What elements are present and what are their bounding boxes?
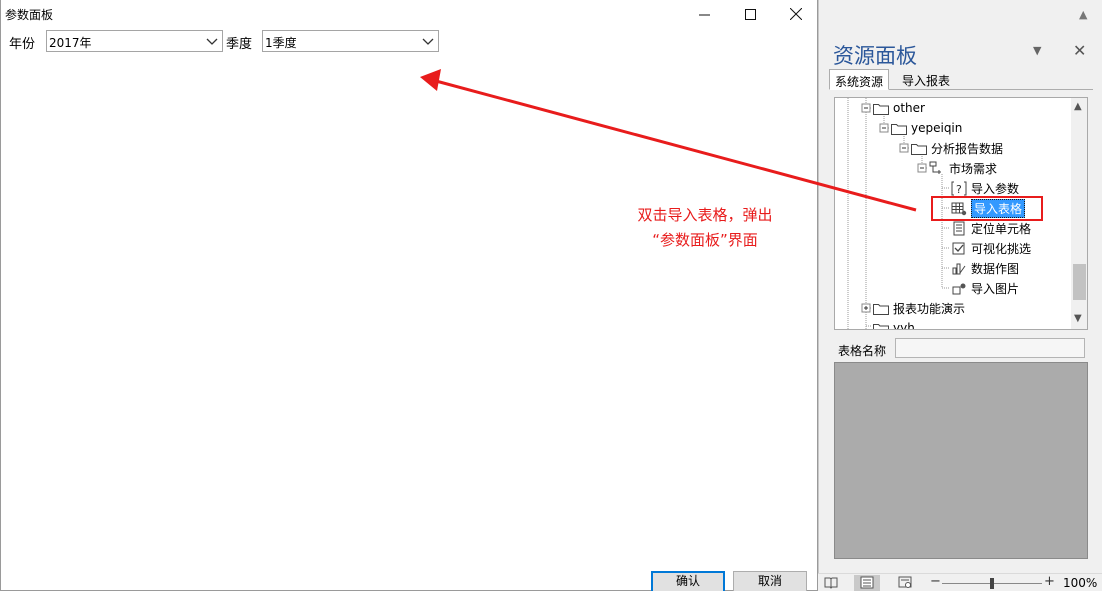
tree-item-locate-cell[interactable]: 定位单元格 (950, 219, 1031, 237)
tree-item-label: 定位单元格 (971, 221, 1032, 236)
folder-icon (872, 300, 890, 316)
table-name-label: 表格名称 (838, 344, 887, 358)
scroll-thumb[interactable] (1073, 264, 1086, 300)
tree-item-market-demand[interactable]: 市场需求 (928, 159, 997, 177)
tree-item-yepeiqin[interactable]: yepeiqin (890, 119, 962, 137)
tree-item-other[interactable]: other (872, 99, 925, 117)
tree-item-yyh[interactable]: yyh (872, 319, 915, 330)
maximize-icon (744, 8, 756, 20)
tree-item-label: 分析报告数据 (931, 141, 1004, 156)
folder-icon (872, 100, 890, 116)
visual-pick-icon (950, 240, 968, 256)
quarter-label: 季度 (226, 37, 253, 52)
resource-panel: ▲ 资源面板 ▼ ✕ 系统资源 导入报表 other yepeiqin 分析报告… (818, 0, 1102, 591)
tree-item-label: 可视化挑选 (971, 241, 1032, 256)
chart-icon (950, 260, 968, 276)
zoom-slider-thumb[interactable] (990, 578, 994, 589)
web-layout-icon[interactable] (898, 576, 912, 591)
folder-icon (910, 140, 928, 156)
tree-item-import-image[interactable]: 导入图片 (950, 279, 1019, 297)
tree-item-import-params[interactable]: ? 导入参数 (950, 179, 1019, 197)
tree-item-report-demo[interactable]: 报表功能演示 (872, 299, 965, 317)
tree-item-label: 报表功能演示 (893, 301, 966, 316)
minimize-button[interactable] (681, 0, 727, 28)
tree-item-label: yyh (893, 321, 915, 330)
preview-area (834, 362, 1088, 559)
annotation-text: 双击导入表格，弹出 “参数面板”界面 (590, 203, 820, 253)
panel-title: 资源面板 (833, 44, 917, 68)
dialog-title: 参数面板 (5, 8, 54, 22)
maximize-button[interactable] (727, 0, 773, 28)
zoom-level[interactable]: 100% (1063, 576, 1097, 590)
tree-item-label: other (893, 101, 925, 115)
zoom-out-button[interactable]: − (930, 574, 941, 589)
tab-import-report[interactable]: 导入报表 (897, 69, 955, 90)
cancel-button[interactable]: 取消 (733, 571, 807, 591)
highlight-box (931, 196, 1043, 221)
year-label: 年份 (9, 37, 36, 52)
chevron-down-icon (206, 38, 218, 45)
param-icon: ? (950, 180, 968, 196)
print-layout-icon[interactable] (854, 575, 880, 591)
scroll-down-icon[interactable]: ▼ (1074, 313, 1082, 324)
tree-scrollbar[interactable]: ▲ ▼ (1071, 98, 1087, 329)
scroll-up-icon[interactable]: ▲ (1074, 101, 1082, 112)
svg-text:?: ? (956, 183, 962, 196)
close-icon (790, 8, 802, 20)
year-select-value: 2017年 (49, 36, 92, 50)
quarter-select[interactable]: 1季度 (262, 30, 439, 52)
folder-icon (890, 120, 908, 136)
panel-close-icon[interactable]: ✕ (1073, 41, 1086, 60)
tree-item-label: 市场需求 (949, 161, 998, 176)
chevron-down-icon (422, 38, 434, 45)
confirm-button[interactable]: 确认 (651, 571, 725, 591)
cell-icon (950, 220, 968, 236)
image-icon (950, 280, 968, 296)
zoom-in-button[interactable]: + (1044, 574, 1055, 589)
close-button[interactable] (773, 0, 819, 28)
tree-item-data-chart[interactable]: 数据作图 (950, 259, 1019, 277)
year-select[interactable]: 2017年 (46, 30, 223, 52)
tree-item-label: yepeiqin (911, 121, 963, 135)
tree-item-analysis-data[interactable]: 分析报告数据 (910, 139, 1003, 157)
tree-item-label: 导入参数 (971, 181, 1020, 196)
annotation-line-1: 双击导入表格，弹出 (637, 206, 773, 224)
quarter-select-value: 1季度 (265, 36, 297, 50)
panel-options-icon[interactable]: ▼ (1033, 44, 1041, 57)
tab-system-resources[interactable]: 系统资源 (829, 69, 890, 90)
tree-item-label: 数据作图 (971, 261, 1020, 276)
annotation-line-2: “参数面板”界面 (652, 231, 758, 249)
read-mode-icon[interactable] (824, 576, 838, 591)
tree-item-visual-pick[interactable]: 可视化挑选 (950, 239, 1031, 257)
parameter-dialog: 参数面板 年份 2017年 季度 1季度 确认 取消 (0, 0, 818, 591)
minimize-icon (698, 14, 710, 15)
folder-icon (872, 320, 890, 329)
status-bar: − + 100% (818, 573, 1102, 591)
table-name-input[interactable] (895, 338, 1085, 358)
collapse-ribbon-icon[interactable]: ▲ (1079, 8, 1087, 21)
report-node-icon (928, 160, 946, 176)
tree-item-label: 导入图片 (971, 281, 1020, 296)
